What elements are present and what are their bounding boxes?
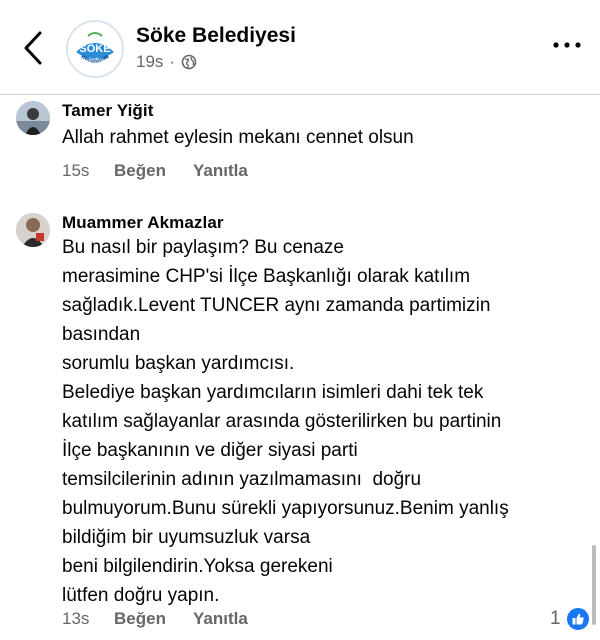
comment-line: merasimine CHP'si İlçe Başkanlığı olarak…	[62, 266, 471, 287]
reaction-count: 1	[550, 608, 561, 629]
comment-text: Allah rahmet eylesin mekanı cennet olsun	[62, 123, 414, 152]
comment-actions: 13s Beğen Yanıtla	[62, 609, 248, 629]
scrollbar[interactable]	[592, 545, 596, 625]
comment-author[interactable]: Tamer Yiğit	[62, 101, 153, 121]
thumbs-up-icon	[572, 613, 584, 625]
comment-line: beni bilgilendirin.Yoksa gerekeni	[62, 556, 333, 577]
comment-text: Bu nasıl bir paylaşım? Bu cenaze merasim…	[62, 233, 509, 610]
comment-line: Belediye başkan yardımcıların isimleri d…	[62, 382, 484, 403]
comment-line: Allah rahmet eylesin mekanı cennet olsun	[62, 127, 414, 148]
comment-line: Bu nasıl bir paylaşım? Bu cenaze	[62, 237, 344, 258]
page-name[interactable]: Söke Belediyesi	[136, 24, 296, 48]
like-icon	[564, 606, 591, 632]
post-meta: 19s ·	[136, 52, 197, 72]
comment-line: bulmuyorum.Bunu sürekli yapıyorsunuz.Ben…	[62, 498, 509, 519]
comment-line: İlçe başkanının ve diğer siyasi parti	[62, 440, 358, 461]
comment-time[interactable]: 13s	[62, 609, 114, 629]
comment-line: katılım sağlayanlar arasında gösterilirk…	[62, 411, 502, 432]
back-arrow-icon[interactable]	[18, 30, 48, 66]
post-header: SÖKE Belediyesi Söke Belediyesi 19s ·	[0, 0, 600, 90]
page-logo[interactable]: SÖKE Belediyesi	[66, 20, 124, 78]
post-timestamp[interactable]: 19s	[136, 52, 163, 72]
user-photo-icon	[16, 213, 50, 247]
like-button[interactable]: Beğen	[114, 609, 193, 629]
meta-separator: ·	[169, 52, 176, 71]
avatar[interactable]	[16, 213, 50, 247]
comment-line: temsilcilerinin adının yazılmamasını doğ…	[62, 469, 422, 490]
soke-logo-icon: SÖKE Belediyesi	[70, 24, 120, 74]
user-photo-icon	[16, 101, 50, 135]
reply-button[interactable]: Yanıtla	[193, 609, 248, 629]
comment-actions: 15s Beğen Yanıtla	[62, 161, 248, 181]
comment-author[interactable]: Muammer Akmazlar	[62, 213, 224, 233]
comment-line: bildiğim bir uyumsuzluk varsa	[62, 527, 311, 548]
globe-icon	[181, 54, 197, 70]
comment-line: sorumlu başkan yardımcısı.	[62, 353, 295, 374]
avatar[interactable]	[16, 101, 50, 135]
more-options-icon[interactable]	[552, 38, 582, 52]
logo-text-top: SÖKE	[79, 42, 110, 55]
reaction-summary[interactable]: 1	[550, 606, 591, 632]
header-divider	[0, 94, 600, 95]
comment-line: basından	[62, 324, 141, 345]
reply-button[interactable]: Yanıtla	[193, 161, 248, 181]
comment-line: lütfen doğru yapın.	[62, 585, 220, 606]
like-button[interactable]: Beğen	[114, 161, 193, 181]
comment-time[interactable]: 15s	[62, 161, 114, 181]
comment-line: sağladık.Levent TUNCER aynı zamanda part…	[62, 295, 491, 316]
logo-text-bottom: Belediyesi	[81, 58, 109, 64]
